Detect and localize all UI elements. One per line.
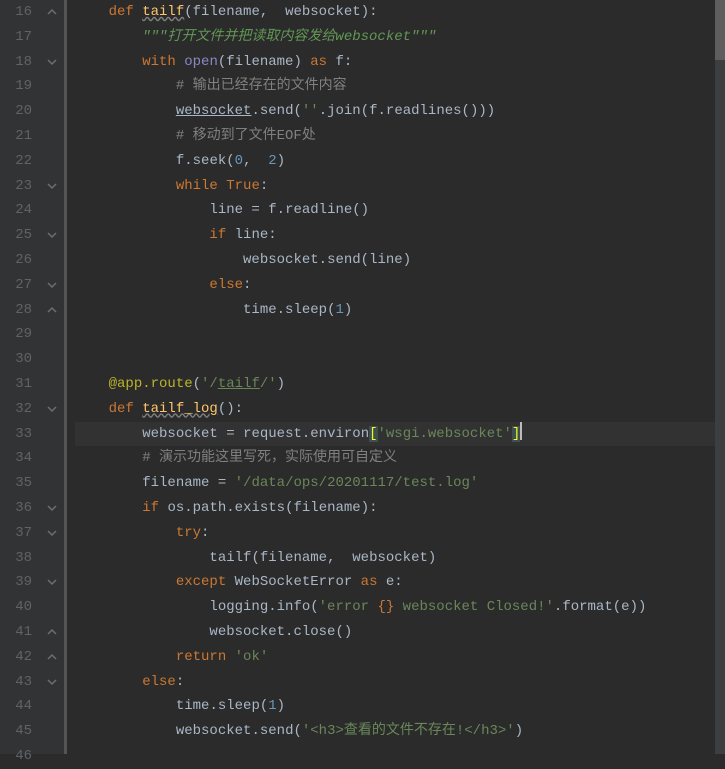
code-line[interactable] xyxy=(75,347,715,372)
code-line[interactable]: else: xyxy=(75,273,715,298)
line-number: 38 xyxy=(0,546,32,571)
line-number: 18 xyxy=(0,50,32,75)
code-line[interactable]: websocket.send(line) xyxy=(75,248,715,273)
line-number: 28 xyxy=(0,298,32,323)
line-number: 34 xyxy=(0,446,32,471)
line-number: 43 xyxy=(0,670,32,695)
text-cursor xyxy=(520,422,522,440)
code-line[interactable]: f.seek(0, 2) xyxy=(75,149,715,174)
code-line[interactable]: line = f.readline() xyxy=(75,198,715,223)
fold-marker-down-icon[interactable] xyxy=(46,279,58,291)
line-number: 27 xyxy=(0,273,32,298)
code-line[interactable] xyxy=(75,744,715,769)
fold-marker-down-icon[interactable] xyxy=(46,502,58,514)
code-editor[interactable]: 1617181920212223242526272829303132333435… xyxy=(0,0,725,754)
fold-marker-down-icon[interactable] xyxy=(46,229,58,241)
code-line[interactable]: time.sleep(1) xyxy=(75,694,715,719)
code-line[interactable]: # 演示功能这里写死，实际使用可自定义 xyxy=(75,446,715,471)
code-line[interactable] xyxy=(75,322,715,347)
code-line[interactable]: return 'ok' xyxy=(75,645,715,670)
fold-marker-up-icon[interactable] xyxy=(46,651,58,663)
vertical-scrollbar[interactable] xyxy=(715,0,725,754)
code-line[interactable]: logging.info('error {} websocket Closed!… xyxy=(75,595,715,620)
line-number: 29 xyxy=(0,322,32,347)
code-line[interactable]: websocket.send(''.join(f.readlines())) xyxy=(75,99,715,124)
code-line[interactable]: """打开文件并把读取内容发给websocket""" xyxy=(75,25,715,50)
code-line[interactable]: websocket.close() xyxy=(75,620,715,645)
code-area[interactable]: def tailf(filename, websocket): """打开文件并… xyxy=(67,0,715,754)
line-number: 45 xyxy=(0,719,32,744)
code-line[interactable]: time.sleep(1) xyxy=(75,298,715,323)
code-line[interactable]: def tailf_log(): xyxy=(75,397,715,422)
line-number: 40 xyxy=(0,595,32,620)
code-line[interactable]: # 移动到了文件EOF处 xyxy=(75,124,715,149)
code-line[interactable]: try: xyxy=(75,521,715,546)
line-number-gutter[interactable]: 1617181920212223242526272829303132333435… xyxy=(0,0,42,754)
code-line[interactable]: websocket = request.environ['wsgi.websoc… xyxy=(75,422,715,447)
fn-tailf-log: tailf_log xyxy=(142,401,218,417)
line-number: 30 xyxy=(0,347,32,372)
line-number: 25 xyxy=(0,223,32,248)
line-number: 46 xyxy=(0,744,32,769)
fold-marker-down-icon[interactable] xyxy=(46,576,58,588)
fold-column[interactable] xyxy=(42,0,64,754)
code-line[interactable]: except WebSocketError as e: xyxy=(75,570,715,595)
line-number: 37 xyxy=(0,521,32,546)
line-number: 26 xyxy=(0,248,32,273)
code-line[interactable]: def tailf(filename, websocket): xyxy=(75,0,715,25)
code-line[interactable]: else: xyxy=(75,670,715,695)
fold-marker-up-icon[interactable] xyxy=(46,6,58,18)
line-number: 35 xyxy=(0,471,32,496)
ref-websocket: websocket xyxy=(176,103,252,119)
line-number: 20 xyxy=(0,99,32,124)
scrollbar-thumb[interactable] xyxy=(715,0,725,60)
line-number: 24 xyxy=(0,198,32,223)
line-number: 31 xyxy=(0,372,32,397)
line-number: 41 xyxy=(0,620,32,645)
code-line[interactable]: filename = '/data/ops/20201117/test.log' xyxy=(75,471,715,496)
code-line[interactable]: @app.route('/tailf/') xyxy=(75,372,715,397)
code-line[interactable]: # 输出已经存在的文件内容 xyxy=(75,74,715,99)
line-number: 17 xyxy=(0,25,32,50)
fold-marker-up-icon[interactable] xyxy=(46,304,58,316)
line-number: 23 xyxy=(0,174,32,199)
line-number: 36 xyxy=(0,496,32,521)
fold-marker-down-icon[interactable] xyxy=(46,527,58,539)
line-number: 16 xyxy=(0,0,32,25)
fn-tailf: tailf xyxy=(142,4,184,20)
line-number: 39 xyxy=(0,570,32,595)
code-line[interactable]: while True: xyxy=(75,174,715,199)
fold-marker-down-icon[interactable] xyxy=(46,676,58,688)
line-number: 22 xyxy=(0,149,32,174)
code-line[interactable]: if line: xyxy=(75,223,715,248)
line-number: 33 xyxy=(0,422,32,447)
code-line[interactable]: websocket.send('<h3>查看的文件不存在!</h3>') xyxy=(75,719,715,744)
code-line[interactable]: tailf(filename, websocket) xyxy=(75,546,715,571)
line-number: 32 xyxy=(0,397,32,422)
line-number: 44 xyxy=(0,694,32,719)
line-number: 21 xyxy=(0,124,32,149)
fold-marker-up-icon[interactable] xyxy=(46,626,58,638)
code-line[interactable]: if os.path.exists(filename): xyxy=(75,496,715,521)
line-number: 42 xyxy=(0,645,32,670)
line-number: 19 xyxy=(0,74,32,99)
fold-marker-down-icon[interactable] xyxy=(46,56,58,68)
fold-marker-down-icon[interactable] xyxy=(46,180,58,192)
fold-marker-down-icon[interactable] xyxy=(46,403,58,415)
code-line[interactable]: with open(filename) as f: xyxy=(75,50,715,75)
